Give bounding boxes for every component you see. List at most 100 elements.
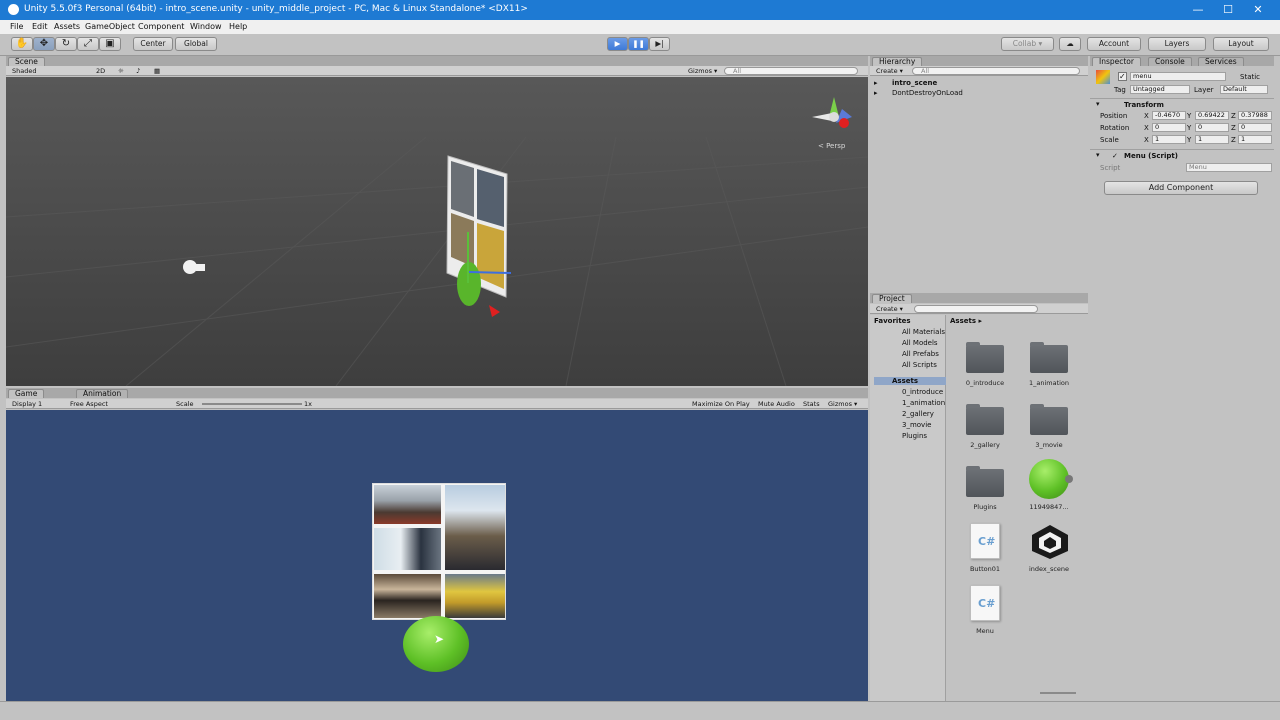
rect-tool-icon[interactable]: ▣ [99,37,121,51]
mute-audio-toggle[interactable]: Mute Audio [758,400,795,408]
unity-scene-icon[interactable] [1030,523,1070,561]
tab-services[interactable]: Services [1198,57,1244,66]
display-dropdown[interactable]: Display 1 [12,400,42,408]
assets-breadcrumb[interactable]: Assets ▸ [950,317,982,325]
assets-tree-root[interactable]: Assets [874,377,946,385]
menu-edit[interactable]: Edit [32,22,48,31]
position-x-field[interactable]: -0.4670 [1152,111,1186,120]
collapse-arrow-icon[interactable]: ▾ [1096,100,1100,108]
menu-help[interactable]: Help [229,22,247,31]
account-dropdown[interactable]: Account [1087,37,1141,51]
move-tool-icon[interactable]: ✥ [33,37,55,51]
tag-dropdown[interactable]: Untagged [1130,85,1190,94]
collab-button[interactable]: Collab ▾ [1001,37,1054,51]
layout-dropdown[interactable]: Layout [1213,37,1269,51]
pause-button[interactable]: ❚❚ [628,37,649,51]
effects-toggle-icon[interactable]: ▦ [154,67,160,75]
scene-viewport[interactable]: < Persp [6,77,868,386]
tab-inspector[interactable]: Inspector [1092,57,1141,66]
expand-arrow-icon[interactable]: ▸ [874,89,878,97]
stats-toggle[interactable]: Stats [803,400,820,408]
asset-folder-icon[interactable] [1030,342,1068,373]
position-z-field[interactable]: 0.37988 [1238,111,1272,120]
script-component-header[interactable]: ▾ ✓ Menu (Script) [1090,149,1274,161]
tree-folder-1-animation[interactable]: 1_animation [902,399,945,407]
scale-y-field[interactable]: 1 [1195,135,1229,144]
asset-folder-icon[interactable] [966,404,1004,435]
rotate-tool-icon[interactable]: ↻ [55,37,77,51]
scale-tool-icon[interactable]: ⤢ [77,37,99,51]
lighting-toggle-icon[interactable]: ☼ [118,67,124,75]
tree-folder-plugins[interactable]: Plugins [902,432,927,440]
tab-project[interactable]: Project [872,294,912,303]
maximize-on-play-toggle[interactable]: Maximize On Play [692,400,750,408]
tab-scene[interactable]: Scene [8,57,45,66]
tab-console[interactable]: Console [1148,57,1192,66]
tab-hierarchy[interactable]: Hierarchy [872,57,923,66]
hierarchy-item-dontdestroyonload[interactable]: DontDestroyOnLoad [892,89,963,97]
menu-component[interactable]: Component [138,22,184,31]
hierarchy-create-dropdown[interactable]: Create ▾ [876,67,903,75]
rotation-x-field[interactable]: 0 [1152,123,1186,132]
script-enabled-checkbox[interactable]: ✓ [1112,152,1118,160]
tab-game[interactable]: Game [8,389,45,398]
add-component-button[interactable]: Add Component [1104,181,1258,195]
tab-animation[interactable]: Animation [76,389,129,398]
scene-search-input[interactable]: All [724,67,858,75]
tree-folder-0-introduce[interactable]: 0_introduce [902,388,943,396]
menu-file[interactable]: File [10,22,23,31]
tree-folder-3-movie[interactable]: 3_movie [902,421,931,429]
shading-mode-dropdown[interactable]: Shaded [12,67,36,75]
favorite-all-models[interactable]: All Models [902,339,938,347]
sprite-asset-icon[interactable] [1029,459,1069,499]
mode-2d-toggle[interactable]: 2D [96,67,105,75]
menu-gameobject[interactable]: GameObject [85,22,135,31]
project-search-input[interactable] [914,305,1038,313]
menu-assets[interactable]: Assets [54,22,80,31]
active-checkbox[interactable]: ✓ [1118,72,1127,81]
favorites-label[interactable]: Favorites [874,317,911,325]
rotation-z-field[interactable]: 0 [1238,123,1272,132]
space-toggle[interactable]: Global [175,37,217,51]
game-viewport[interactable]: ➤ [6,410,868,701]
collapse-arrow-icon[interactable]: ▾ [1096,151,1100,159]
csharp-script-icon[interactable] [970,523,1000,559]
favorite-all-materials[interactable]: All Materials [902,328,945,336]
step-button[interactable]: ▶| [649,37,670,51]
static-checkbox[interactable]: Static [1240,73,1260,81]
hand-tool-icon[interactable]: ✋ [11,37,33,51]
project-create-dropdown[interactable]: Create ▾ [876,305,903,313]
rotation-y-field[interactable]: 0 [1195,123,1229,132]
hierarchy-item-intro-scene[interactable]: intro_scene [892,79,937,87]
layers-dropdown[interactable]: Layers [1148,37,1206,51]
pivot-toggle[interactable]: Center [133,37,173,51]
perspective-label[interactable]: < Persp [818,142,846,150]
tree-folder-2-gallery[interactable]: 2_gallery [902,410,934,418]
minimize-button[interactable]: — [1183,2,1213,18]
menu-window[interactable]: Window [190,22,222,31]
object-name-field[interactable]: menu [1130,72,1226,81]
game-gizmos-dropdown[interactable]: Gizmos ▾ [828,400,857,408]
hierarchy-search-input[interactable]: All [912,67,1080,75]
asset-folder-icon[interactable] [1030,404,1068,435]
layer-dropdown[interactable]: Default [1220,85,1268,94]
asset-folder-icon[interactable] [966,466,1004,497]
expand-arrow-icon[interactable]: ▸ [874,79,878,87]
position-y-field[interactable]: 0.69422 [1195,111,1229,120]
scale-x-field[interactable]: 1 [1152,135,1186,144]
favorite-all-prefabs[interactable]: All Prefabs [902,350,939,358]
scene-gizmos-dropdown[interactable]: Gizmos ▾ [688,67,717,75]
play-button[interactable]: ▶ [607,37,628,51]
asset-folder-icon[interactable] [966,342,1004,373]
scale-slider[interactable] [202,403,302,405]
aspect-dropdown[interactable]: Free Aspect [70,400,108,408]
scale-z-field[interactable]: 1 [1238,135,1272,144]
maximize-button[interactable]: ☐ [1213,2,1243,18]
cloud-icon[interactable]: ☁ [1059,37,1081,51]
icon-size-slider[interactable] [1040,692,1076,694]
audio-toggle-icon[interactable]: ♪ [136,67,140,75]
favorite-all-scripts[interactable]: All Scripts [902,361,937,369]
transform-header[interactable]: ▾ Transform [1090,98,1274,110]
expand-sprite-icon[interactable] [1065,475,1073,483]
csharp-script-icon[interactable] [970,585,1000,621]
